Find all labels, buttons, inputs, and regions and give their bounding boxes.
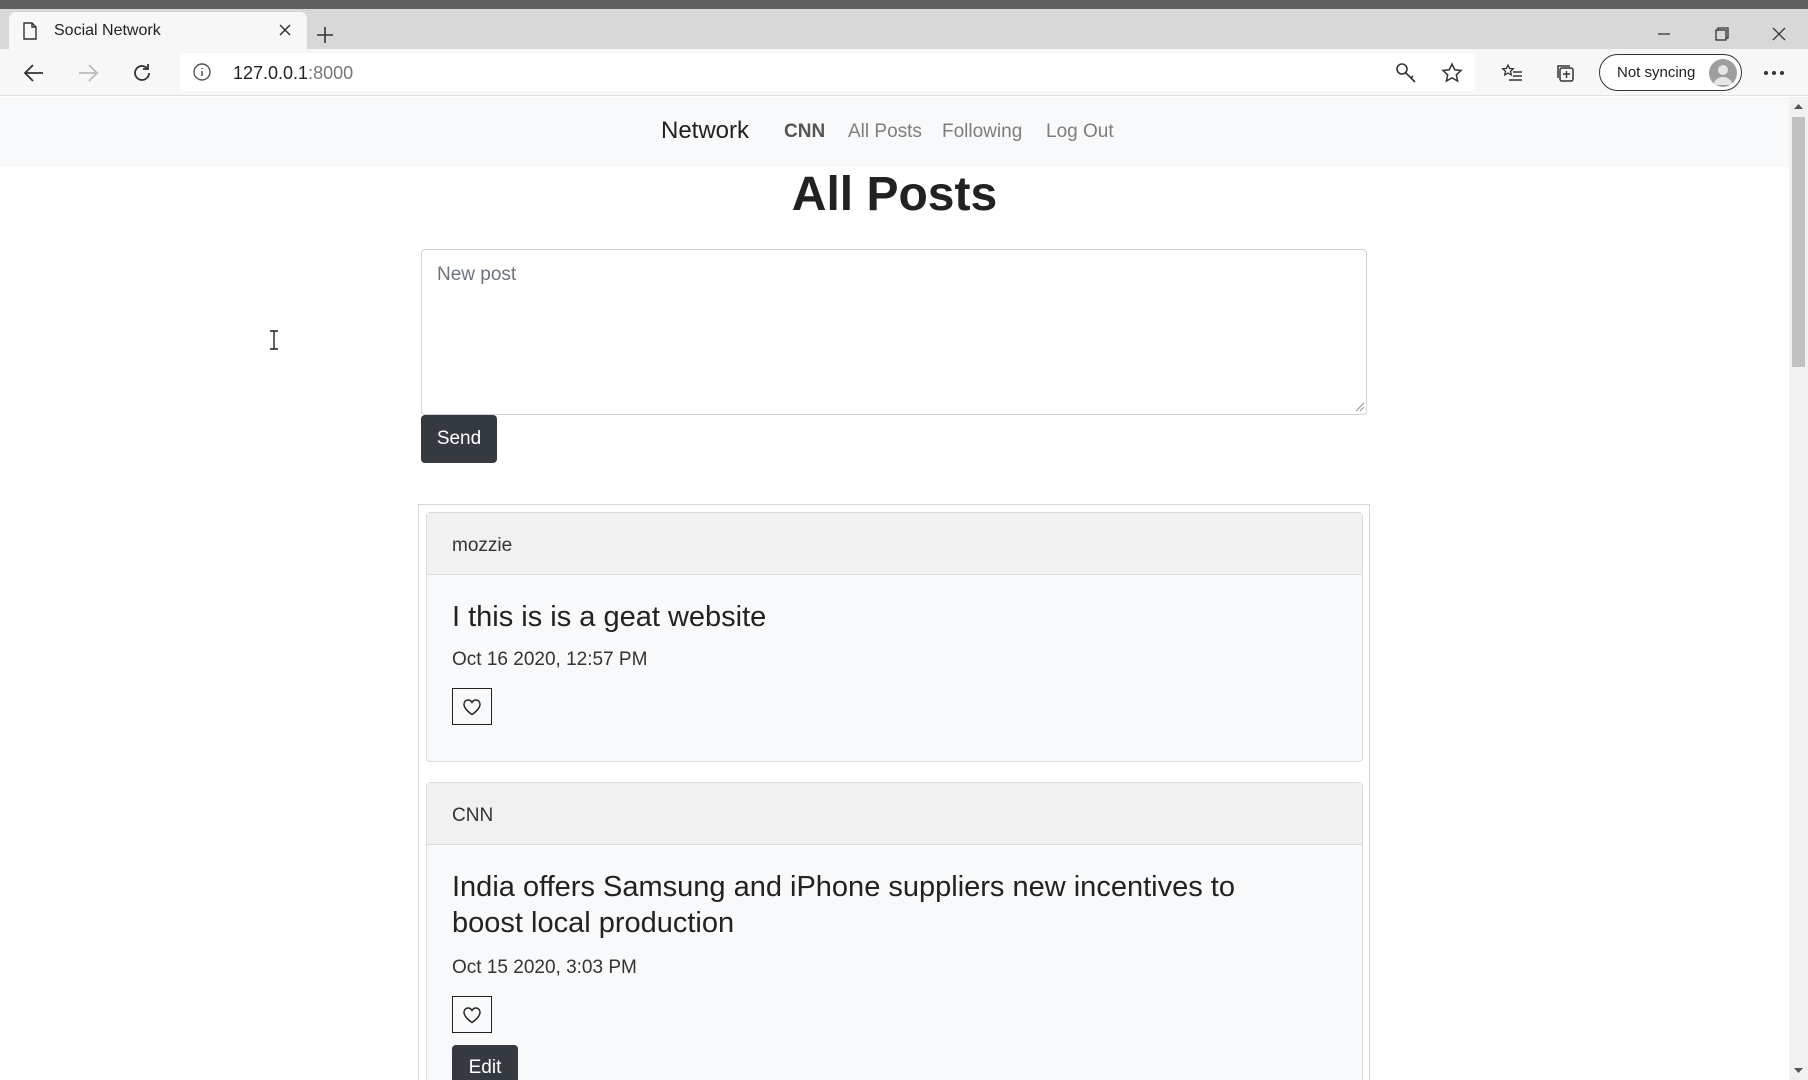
post-text: India offers Samsung and iPhone supplier… xyxy=(452,871,1235,939)
key-icon[interactable] xyxy=(1394,61,1418,85)
reload-icon[interactable] xyxy=(128,59,156,87)
sync-button[interactable]: Not syncing xyxy=(1599,54,1742,91)
tab-bar: Social Network xyxy=(0,9,1808,49)
info-icon[interactable] xyxy=(192,62,212,82)
favorites-icon[interactable] xyxy=(1498,59,1526,87)
close-icon[interactable] xyxy=(275,20,295,40)
nav-following[interactable]: Following xyxy=(942,121,1022,143)
post-body: India offers Samsung and iPhone supplier… xyxy=(427,845,1362,1080)
minimize-icon[interactable] xyxy=(1652,22,1676,46)
browser-toolbar: 127.0.0.1:8000 Not syncing xyxy=(0,49,1808,96)
heart-icon xyxy=(463,698,481,715)
address-bar[interactable]: 127.0.0.1:8000 xyxy=(180,53,1475,91)
heart-icon xyxy=(463,1006,481,1023)
nav-user-link[interactable]: CNN xyxy=(784,121,825,143)
avatar-icon xyxy=(1709,59,1737,87)
post-author[interactable]: CNN xyxy=(427,783,1362,845)
page-viewport: Network CNN All Posts Following Log Out … xyxy=(0,97,1789,1080)
restore-icon[interactable] xyxy=(1710,22,1734,46)
browser-tab[interactable]: Social Network xyxy=(9,12,307,49)
nav-all-posts[interactable]: All Posts xyxy=(848,121,922,143)
vertical-scrollbar[interactable] xyxy=(1789,97,1808,1080)
close-window-icon[interactable] xyxy=(1767,22,1791,46)
site-navbar: Network CNN All Posts Following Log Out xyxy=(0,97,1789,167)
star-icon[interactable] xyxy=(1440,61,1464,85)
post-text: I this is is a geat website xyxy=(452,601,767,633)
new-post-textarea[interactable] xyxy=(421,249,1367,415)
like-button[interactable] xyxy=(452,688,492,725)
page-icon xyxy=(23,22,37,40)
posts-container: mozzie I this is is a geat website Oct 1… xyxy=(418,504,1370,1080)
post-card: mozzie I this is is a geat website Oct 1… xyxy=(426,512,1363,762)
like-button[interactable] xyxy=(452,996,492,1033)
brand-link[interactable]: Network xyxy=(661,117,749,145)
window-top-strip xyxy=(0,0,1808,9)
back-icon[interactable] xyxy=(20,59,48,87)
plus-icon[interactable] xyxy=(313,23,337,47)
resize-grip-icon[interactable] xyxy=(1353,400,1365,412)
post-date: Oct 16 2020, 12:57 PM xyxy=(452,649,648,670)
post-author[interactable]: mozzie xyxy=(427,513,1362,575)
url-text[interactable]: 127.0.0.1:8000 xyxy=(233,63,353,84)
scroll-down-icon[interactable] xyxy=(1793,1065,1804,1076)
forward-icon[interactable] xyxy=(74,59,102,87)
page-title: All Posts xyxy=(791,168,998,221)
post-body: I this is is a geat website Oct 16 2020,… xyxy=(427,575,1362,725)
post-date: Oct 15 2020, 3:03 PM xyxy=(452,957,637,978)
tab-title: Social Network xyxy=(54,22,161,39)
send-button[interactable]: Send xyxy=(421,415,497,463)
sync-label: Not syncing xyxy=(1617,64,1696,81)
more-icon[interactable] xyxy=(1760,59,1788,87)
text-cursor-icon xyxy=(270,330,278,350)
nav-log-out[interactable]: Log Out xyxy=(1046,121,1114,143)
collections-icon[interactable] xyxy=(1552,59,1580,87)
scrollbar-thumb[interactable] xyxy=(1792,117,1805,367)
edit-button[interactable]: Edit xyxy=(452,1045,518,1080)
scroll-up-icon[interactable] xyxy=(1793,101,1804,112)
post-card: CNN India offers Samsung and iPhone supp… xyxy=(426,782,1363,1080)
